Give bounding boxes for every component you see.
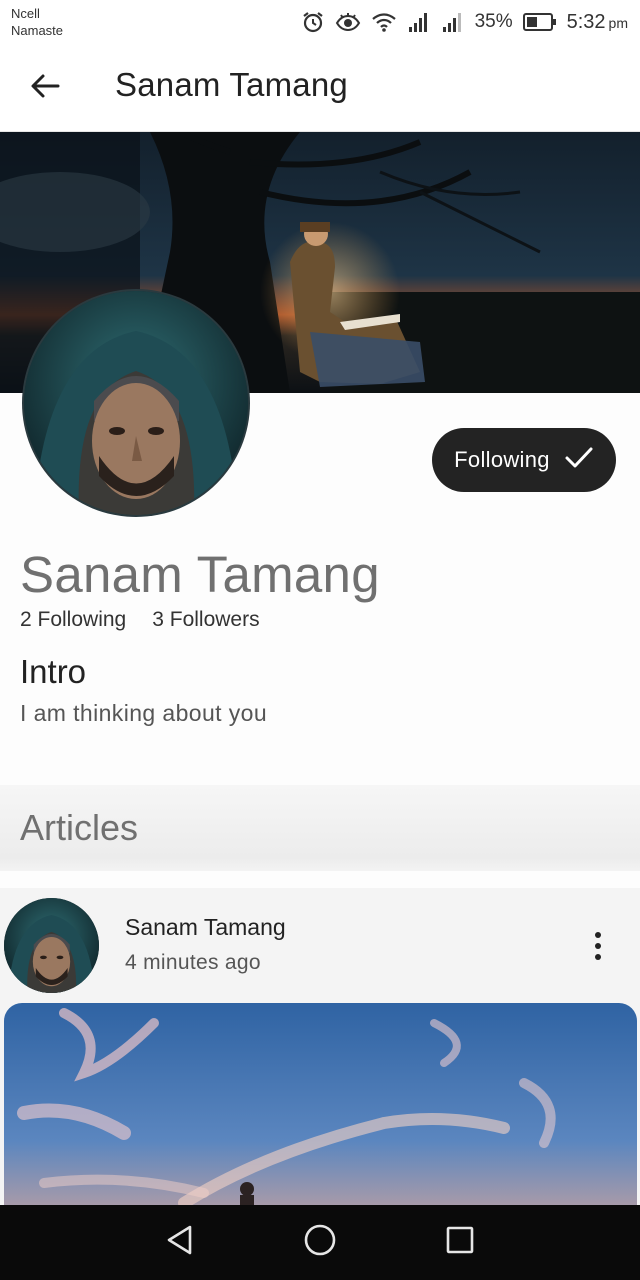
battery-percent: 35% bbox=[474, 11, 513, 32]
nav-home-button[interactable] bbox=[290, 1213, 350, 1273]
following-button-label: Following bbox=[454, 447, 550, 472]
alarm-icon bbox=[301, 10, 325, 34]
articles-section-header: Articles bbox=[0, 785, 640, 871]
status-icons: 35% 5:32 pm bbox=[301, 9, 628, 35]
eye-icon bbox=[335, 11, 361, 33]
menu-dot bbox=[595, 932, 601, 938]
system-nav-bar bbox=[0, 1205, 640, 1280]
profile-name: Sanam Tamang bbox=[20, 546, 380, 603]
article-card[interactable]: Sanam Tamang 4 minutes ago bbox=[0, 888, 640, 1233]
home-circle-icon bbox=[303, 1223, 337, 1262]
carrier-name: Ncell bbox=[11, 6, 40, 21]
more-vertical-icon[interactable] bbox=[584, 928, 612, 964]
recents-square-icon bbox=[445, 1225, 475, 1260]
carrier-info: Ncell Namaste bbox=[11, 5, 63, 39]
menu-dot bbox=[595, 954, 601, 960]
following-count[interactable]: 2 Following bbox=[20, 608, 126, 632]
arrow-left-icon bbox=[30, 73, 60, 104]
clock-ampm: pm bbox=[608, 14, 628, 31]
profile-avatar[interactable] bbox=[24, 291, 248, 515]
checkmark-icon bbox=[564, 446, 594, 475]
battery-icon bbox=[522, 12, 557, 32]
post-author-avatar[interactable] bbox=[4, 898, 99, 993]
articles-heading: Articles bbox=[20, 807, 139, 848]
app-bar-title: Sanam Tamang bbox=[115, 66, 348, 103]
signal-icon bbox=[441, 11, 465, 33]
profile-screen: Ncell Namaste 35% 5:32 pm Sanam Tamang F… bbox=[0, 0, 640, 1280]
back-triangle-icon bbox=[165, 1224, 195, 1261]
article-image[interactable] bbox=[4, 1003, 637, 1233]
following-button[interactable]: Following bbox=[432, 428, 616, 492]
menu-dot bbox=[595, 943, 601, 949]
intro-heading: Intro bbox=[20, 653, 87, 690]
intro-text: I am thinking about you bbox=[20, 700, 268, 726]
status-clock: 5:32 pm bbox=[567, 11, 628, 34]
signal-icon bbox=[407, 11, 431, 33]
nav-recents-button[interactable] bbox=[430, 1213, 490, 1273]
nav-back-button[interactable] bbox=[150, 1213, 210, 1273]
post-timestamp: 4 minutes ago bbox=[125, 951, 261, 974]
wifi-icon bbox=[371, 11, 397, 33]
back-button[interactable] bbox=[20, 64, 70, 112]
status-bar: Ncell Namaste 35% 5:32 pm bbox=[0, 0, 640, 44]
follow-stats: 2 Following 3 Followers bbox=[20, 608, 260, 632]
followers-count[interactable]: 3 Followers bbox=[152, 608, 259, 632]
clock-time: 5:32 bbox=[566, 10, 606, 33]
carrier-subtitle: Namaste bbox=[11, 23, 64, 38]
post-author-name[interactable]: Sanam Tamang bbox=[125, 914, 286, 941]
app-bar: Sanam Tamang bbox=[0, 44, 640, 132]
